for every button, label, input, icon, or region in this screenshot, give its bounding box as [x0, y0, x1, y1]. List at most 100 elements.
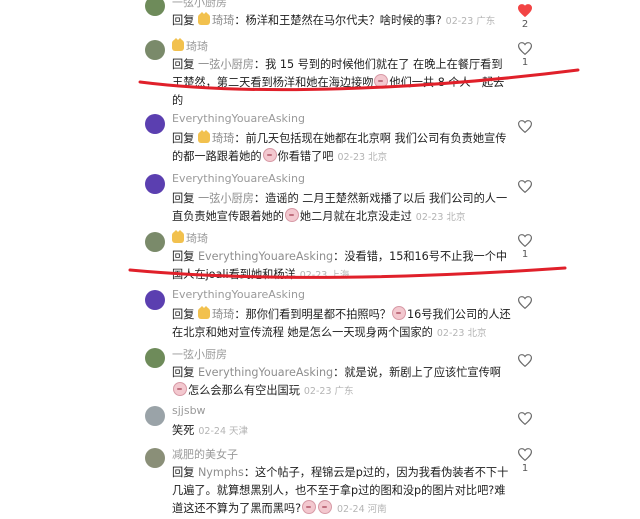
comment-meta: 02-23 北京 [337, 152, 387, 163]
username[interactable]: sjjsbw [172, 404, 206, 417]
comment-text: 回复 琦琦：那你们看到明星都不拍照吗？ 16号我们公司的人还在北京和她对宣传流程 … [172, 306, 512, 343]
like-button[interactable] [514, 296, 536, 309]
comment-location: 广东 [334, 386, 354, 397]
text-segment: 回复 [172, 250, 198, 263]
text-segment: ：就是说，新剧上了应该忙宣传啊 [333, 366, 501, 379]
like-button[interactable]: 1 [514, 448, 536, 474]
comment-location: 北京 [446, 212, 466, 223]
avatar[interactable] [145, 348, 165, 368]
comment-text: 回复 EverythingYouareAsking：就是说，新剧上了应该忙宣传啊… [172, 364, 512, 401]
like-count: 1 [521, 249, 529, 260]
username[interactable]: 琦琦 [172, 38, 208, 54]
text-segment: 你看错了吧 [277, 150, 334, 163]
like-button[interactable] [514, 354, 536, 367]
comment-meta: 02-24 天津 [198, 426, 248, 437]
comment-location: 天津 [229, 426, 249, 437]
pig-emoji-icon [302, 500, 317, 514]
text-segment: 回复 [172, 308, 198, 321]
comment-meta: 02-23 广东 [446, 16, 496, 27]
like-button[interactable]: 2 [514, 4, 536, 30]
username[interactable]: 琦琦 [172, 230, 208, 246]
like-button[interactable] [514, 412, 536, 425]
text-segment: 怎么会那么有空出国玩 [188, 384, 300, 397]
avatar[interactable] [145, 174, 165, 194]
comment-date: 02-23 [445, 16, 474, 27]
comment-date: 02-23 [299, 270, 328, 281]
username-text: 一弦小厨房 [172, 348, 227, 361]
avatar[interactable] [145, 114, 165, 134]
cat-badge-icon [172, 38, 184, 51]
like-button[interactable] [514, 180, 536, 193]
comment-location: 广东 [476, 16, 496, 27]
heart-icon [518, 412, 532, 425]
heart-icon [518, 354, 532, 367]
text-segment: 笑死 [172, 424, 195, 437]
username-text: 减肥的美女子 [172, 448, 238, 461]
reply-target[interactable]: 琦琦 [212, 132, 234, 145]
comment-meta: 02-23 北京 [416, 212, 466, 223]
avatar[interactable] [145, 448, 165, 468]
comment-location: 北京 [467, 328, 487, 339]
comment-location: 河南 [367, 504, 387, 515]
reply-target[interactable]: EverythingYouareAsking [198, 250, 333, 263]
text-segment: 回复 [172, 58, 198, 71]
comment-date: 02-23 [415, 212, 444, 223]
text-segment: 回复 [172, 132, 198, 145]
like-button[interactable]: 1 [514, 234, 536, 260]
comment-text: 回复 琦琦：前几天包括现在她都在北京啊 我们公司有负责她宣传的都一路跟着她的 你看… [172, 130, 512, 167]
text-segment: 回复 [172, 14, 198, 27]
comment-text: 回复 EverythingYouareAsking：没看错，15和16号不止我一… [172, 248, 512, 285]
reply-target[interactable]: 一弦小厨房 [198, 58, 254, 71]
username[interactable]: EverythingYouareAsking [172, 112, 305, 125]
username-text: EverythingYouareAsking [172, 112, 305, 125]
pig-emoji-icon [284, 208, 299, 222]
text-segment: 回复 [172, 466, 198, 479]
like-count: 1 [521, 463, 529, 474]
avatar[interactable] [145, 0, 165, 16]
comment-meta: 02-23 广东 [304, 386, 354, 397]
comment-date: 02-23 [436, 328, 465, 339]
pig-emoji-icon [173, 382, 187, 396]
text-segment: ：杨洋和王楚然在马尔代夫？啥时候的事? [234, 14, 442, 27]
comment-location: 上海 [330, 270, 350, 281]
username[interactable]: 一弦小厨房 [172, 346, 227, 362]
heart-icon [518, 4, 532, 17]
username[interactable]: EverythingYouareAsking [172, 288, 305, 301]
avatar[interactable] [145, 40, 165, 60]
text-segment: ：那你们看到明星都不拍照吗？ [234, 308, 391, 321]
pig-emoji-icon [262, 148, 277, 162]
cat-badge-icon [172, 230, 184, 243]
avatar[interactable] [145, 232, 165, 252]
reply-target[interactable]: 一弦小厨房 [198, 192, 254, 205]
avatar[interactable] [145, 406, 165, 426]
heart-icon [518, 296, 532, 309]
text-segment: 回复 [172, 366, 198, 379]
username[interactable]: 一弦小厨房 [172, 0, 227, 10]
username-text: 一弦小厨房 [172, 0, 227, 9]
heart-icon [518, 180, 532, 193]
heart-icon [518, 234, 532, 247]
comment-text: 回复 一弦小厨房：造谣的 二月王楚然新戏播了以后 我们公司的人一直负责她宣传跟着… [172, 190, 512, 227]
heart-icon [518, 448, 532, 461]
reply-target[interactable]: Nymphs [198, 466, 244, 479]
reply-target[interactable]: 琦琦 [212, 308, 234, 321]
pig-emoji-icon [318, 500, 333, 514]
heart-icon [518, 120, 532, 133]
username-text: EverythingYouareAsking [172, 288, 305, 301]
pig-emoji-icon [391, 306, 406, 320]
text-segment: 回复 [172, 192, 198, 205]
pig-emoji-icon [374, 74, 389, 88]
avatar[interactable] [145, 290, 165, 310]
reply-target[interactable]: 琦琦 [212, 14, 234, 27]
like-button[interactable]: 1 [514, 42, 536, 68]
username[interactable]: EverythingYouareAsking [172, 172, 305, 185]
like-button[interactable] [514, 120, 536, 133]
comment-meta: 02-23 北京 [437, 328, 487, 339]
comment-date: 02-23 [303, 386, 332, 397]
comment-text: 回复 Nymphs：这个帖子，程锦云是p过的，因为我看伪装者不下十几遍了。就算想… [172, 464, 512, 519]
comment-text: 回复 琦琦：杨洋和王楚然在马尔代夫？啥时候的事? 02-23 广东 [172, 12, 512, 31]
reply-target[interactable]: EverythingYouareAsking [198, 366, 333, 379]
comment-date: 02-24 [198, 426, 226, 437]
username[interactable]: 减肥的美女子 [172, 446, 238, 462]
heart-icon [518, 42, 532, 55]
